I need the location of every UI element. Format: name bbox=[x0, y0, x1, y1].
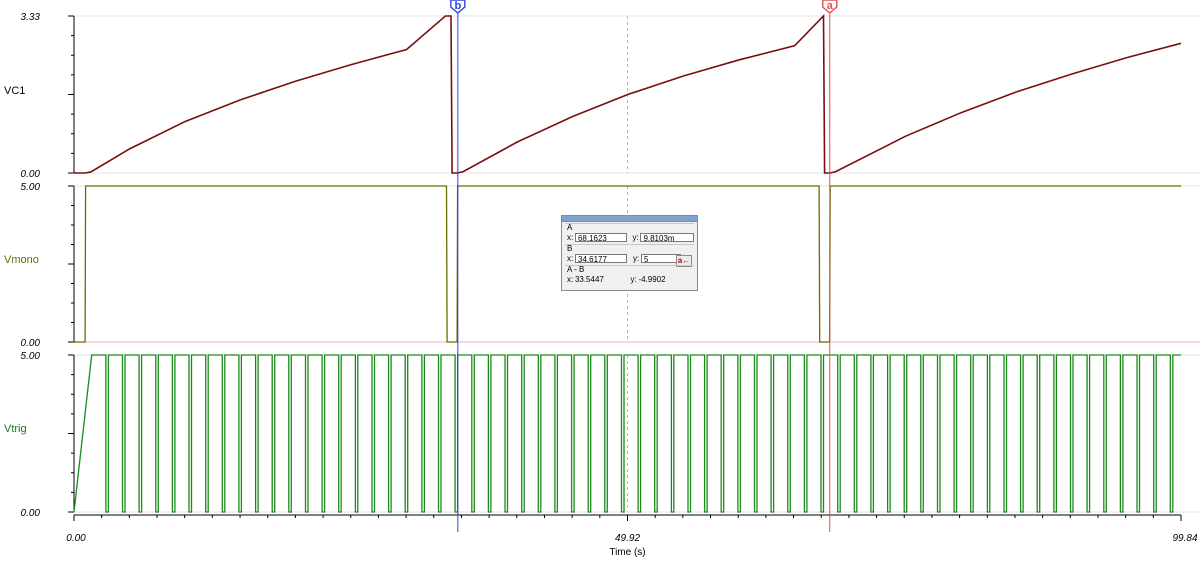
cursor-a-y-key: y: bbox=[632, 233, 639, 242]
x-tick-label-1: 49.92 bbox=[615, 533, 640, 544]
y-tick-label-VC1-min: 0.00 bbox=[21, 169, 41, 180]
series-label-Vtrig: Vtrig bbox=[4, 423, 27, 435]
cursor-diff-group: A - B x: 33.5447 y: -4.9902 bbox=[565, 265, 694, 285]
cursor-diff-title: A - B bbox=[567, 265, 585, 274]
cursor-marker-label-b: b bbox=[454, 0, 461, 12]
cursor-diff-y-value: -4.9902 bbox=[638, 275, 666, 284]
x-axis-label: Time (s) bbox=[609, 547, 645, 558]
y-tick-label-Vmono-max: 5.00 bbox=[21, 182, 41, 193]
cursor-b-x-key: x: bbox=[567, 254, 574, 263]
cursor-a-x-key: x: bbox=[567, 233, 574, 242]
y-tick-label-Vmono-min: 0.00 bbox=[21, 338, 41, 349]
cursor-a-group: A x: 68.1623 y: 9.8103m bbox=[565, 223, 695, 243]
cursor-a-title: A bbox=[567, 223, 573, 232]
cursor-diff-x-value: 33.5447 bbox=[574, 275, 604, 284]
readout-titlebar[interactable] bbox=[562, 216, 697, 222]
cursor-readout-panel[interactable]: A x: 68.1623 y: 9.8103m B x: 34.6177 y: … bbox=[561, 215, 698, 291]
x-tick-label-0: 0.00 bbox=[66, 533, 86, 544]
cursor-diff-x-key: x: bbox=[567, 275, 574, 284]
cursor-b-x-field[interactable]: 34.6177 bbox=[575, 254, 627, 264]
y-tick-label-VC1-max: 3.33 bbox=[21, 12, 41, 23]
cursor-diff-y-key: y: bbox=[630, 275, 637, 284]
y-tick-label-Vtrig-max: 5.00 bbox=[21, 351, 41, 362]
series-label-Vmono: Vmono bbox=[4, 254, 39, 266]
x-tick-label-2: 99.84 bbox=[1172, 533, 1197, 544]
cursor-b-group: B x: 34.6177 y: 5 a← bbox=[565, 244, 694, 267]
cursor-b-title: B bbox=[567, 244, 573, 253]
cursor-a-x-field[interactable]: 68.1623 bbox=[574, 233, 627, 243]
cursor-marker-label-a: a bbox=[827, 0, 834, 12]
cursor-b-y-field[interactable]: 5 bbox=[641, 254, 681, 264]
series-label-VC1: VC1 bbox=[4, 85, 25, 97]
cursor-b-y-key: y: bbox=[633, 254, 640, 263]
y-tick-label-Vtrig-min: 0.00 bbox=[21, 508, 41, 519]
cursor-a-y-field[interactable]: 9.8103m bbox=[640, 233, 695, 243]
